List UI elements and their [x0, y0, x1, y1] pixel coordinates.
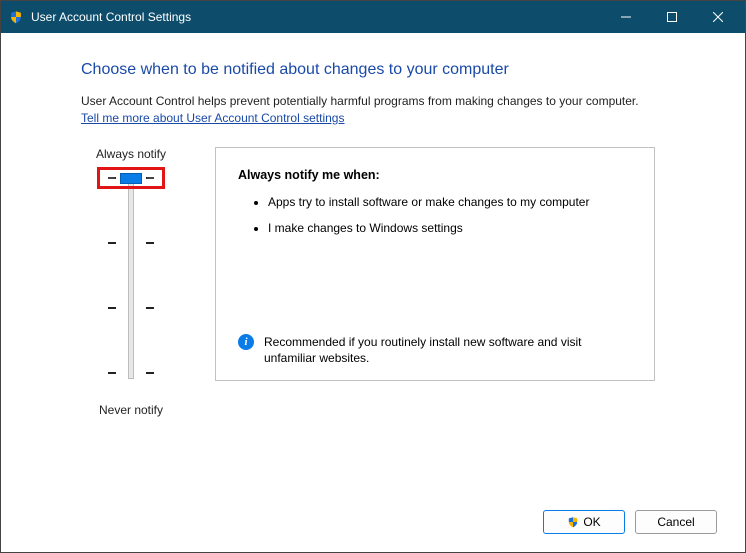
slider-track — [128, 177, 134, 379]
slider-dash-icon — [147, 177, 154, 179]
slider-label-top: Always notify — [96, 147, 166, 161]
uac-shield-icon — [9, 10, 23, 24]
notification-slider[interactable] — [96, 169, 166, 387]
page-heading: Choose when to be notified about changes… — [81, 61, 685, 79]
recommendation-text: Recommended if you routinely install new… — [264, 334, 594, 366]
content-area: Choose when to be notified about changes… — [1, 33, 745, 508]
slider-tick — [108, 242, 116, 244]
settings-row: Always notify — [81, 147, 685, 417]
info-icon: i — [238, 334, 254, 350]
slider-label-bottom: Never notify — [99, 403, 163, 417]
slider-tick — [146, 372, 154, 374]
window-title: User Account Control Settings — [31, 10, 603, 24]
ok-button-label: OK — [583, 515, 600, 529]
slider-tick — [108, 307, 116, 309]
slider-thumb-highlight — [97, 167, 165, 189]
maximize-button[interactable] — [649, 1, 695, 33]
uac-shield-icon — [567, 516, 579, 528]
panel-title: Always notify me when: — [238, 168, 632, 182]
panel-bullet-list: Apps try to install software or make cha… — [268, 194, 632, 246]
panel-bullet: Apps try to install software or make cha… — [268, 194, 598, 210]
slider-tick — [146, 307, 154, 309]
window: User Account Control Settings Choose whe… — [0, 0, 746, 553]
ok-button[interactable]: OK — [543, 510, 625, 534]
slider-thumb[interactable] — [120, 173, 142, 184]
learn-more-link[interactable]: Tell me more about User Account Control … — [81, 111, 685, 125]
minimize-button[interactable] — [603, 1, 649, 33]
cancel-button[interactable]: Cancel — [635, 510, 717, 534]
slider-tick — [146, 242, 154, 244]
level-description-panel: Always notify me when: Apps try to insta… — [215, 147, 655, 381]
cancel-button-label: Cancel — [657, 515, 694, 529]
slider-tick — [108, 372, 116, 374]
titlebar: User Account Control Settings — [1, 1, 745, 33]
dialog-footer: OK Cancel — [1, 508, 745, 552]
notification-slider-column: Always notify — [81, 147, 181, 417]
close-button[interactable] — [695, 1, 741, 33]
slider-dash-icon — [108, 177, 115, 179]
panel-bullet: I make changes to Windows settings — [268, 220, 598, 236]
recommendation-row: i Recommended if you routinely install n… — [238, 334, 632, 366]
page-description: User Account Control helps prevent poten… — [81, 93, 641, 109]
